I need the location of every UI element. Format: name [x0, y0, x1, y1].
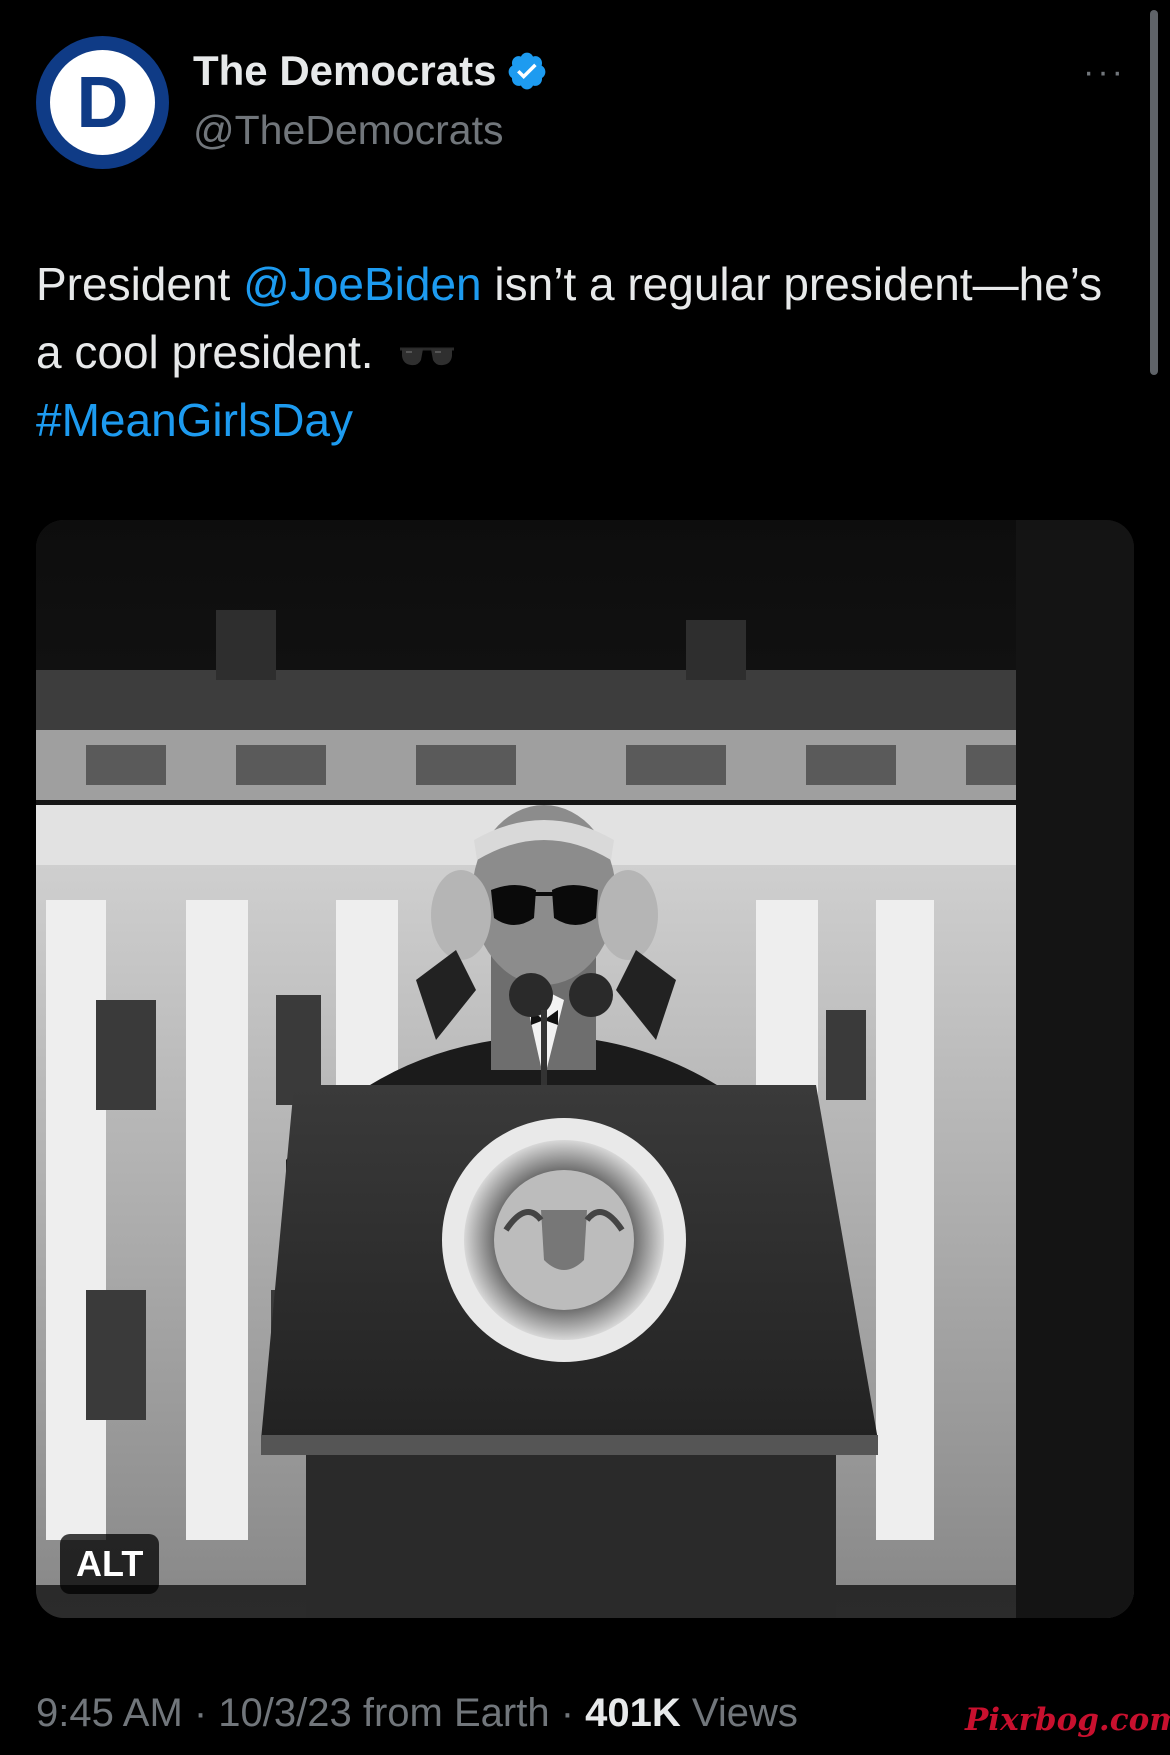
more-options-icon[interactable]: ··· — [1083, 55, 1126, 89]
mention-link[interactable]: @JoeBiden — [243, 258, 482, 310]
tweet-text-part-1: President — [36, 258, 244, 310]
tweet-timestamp[interactable]: 9:45 AM · 10/3/23 from Earth · — [36, 1691, 585, 1735]
author-handle[interactable]: @TheDemocrats — [193, 110, 503, 151]
avatar-logo: D — [50, 50, 155, 155]
verified-badge-icon — [509, 52, 546, 90]
sunglasses-icon — [400, 347, 455, 365]
tweet-text: President @JoeBiden isn’t a regular pres… — [36, 250, 1136, 454]
tweet-photo[interactable]: ALT — [36, 520, 1134, 1618]
alt-text-button[interactable]: ALT — [60, 1534, 160, 1594]
views-count: 401K — [585, 1691, 681, 1735]
avatar-letter: D — [76, 62, 129, 143]
display-name[interactable]: The Democrats — [193, 50, 496, 92]
views-label: Views — [680, 1691, 798, 1735]
scrollbar[interactable] — [1150, 10, 1158, 375]
photo-illustration — [36, 520, 1134, 1618]
hashtag-link[interactable]: #MeanGirlsDay — [36, 394, 353, 446]
author-name-row[interactable]: The Democrats — [193, 50, 548, 92]
avatar[interactable]: D — [36, 36, 169, 169]
watermark: Pixrbog.com — [965, 1702, 1170, 1738]
tweet-meta: 9:45 AM · 10/3/23 from Earth · 401K View… — [36, 1693, 798, 1733]
